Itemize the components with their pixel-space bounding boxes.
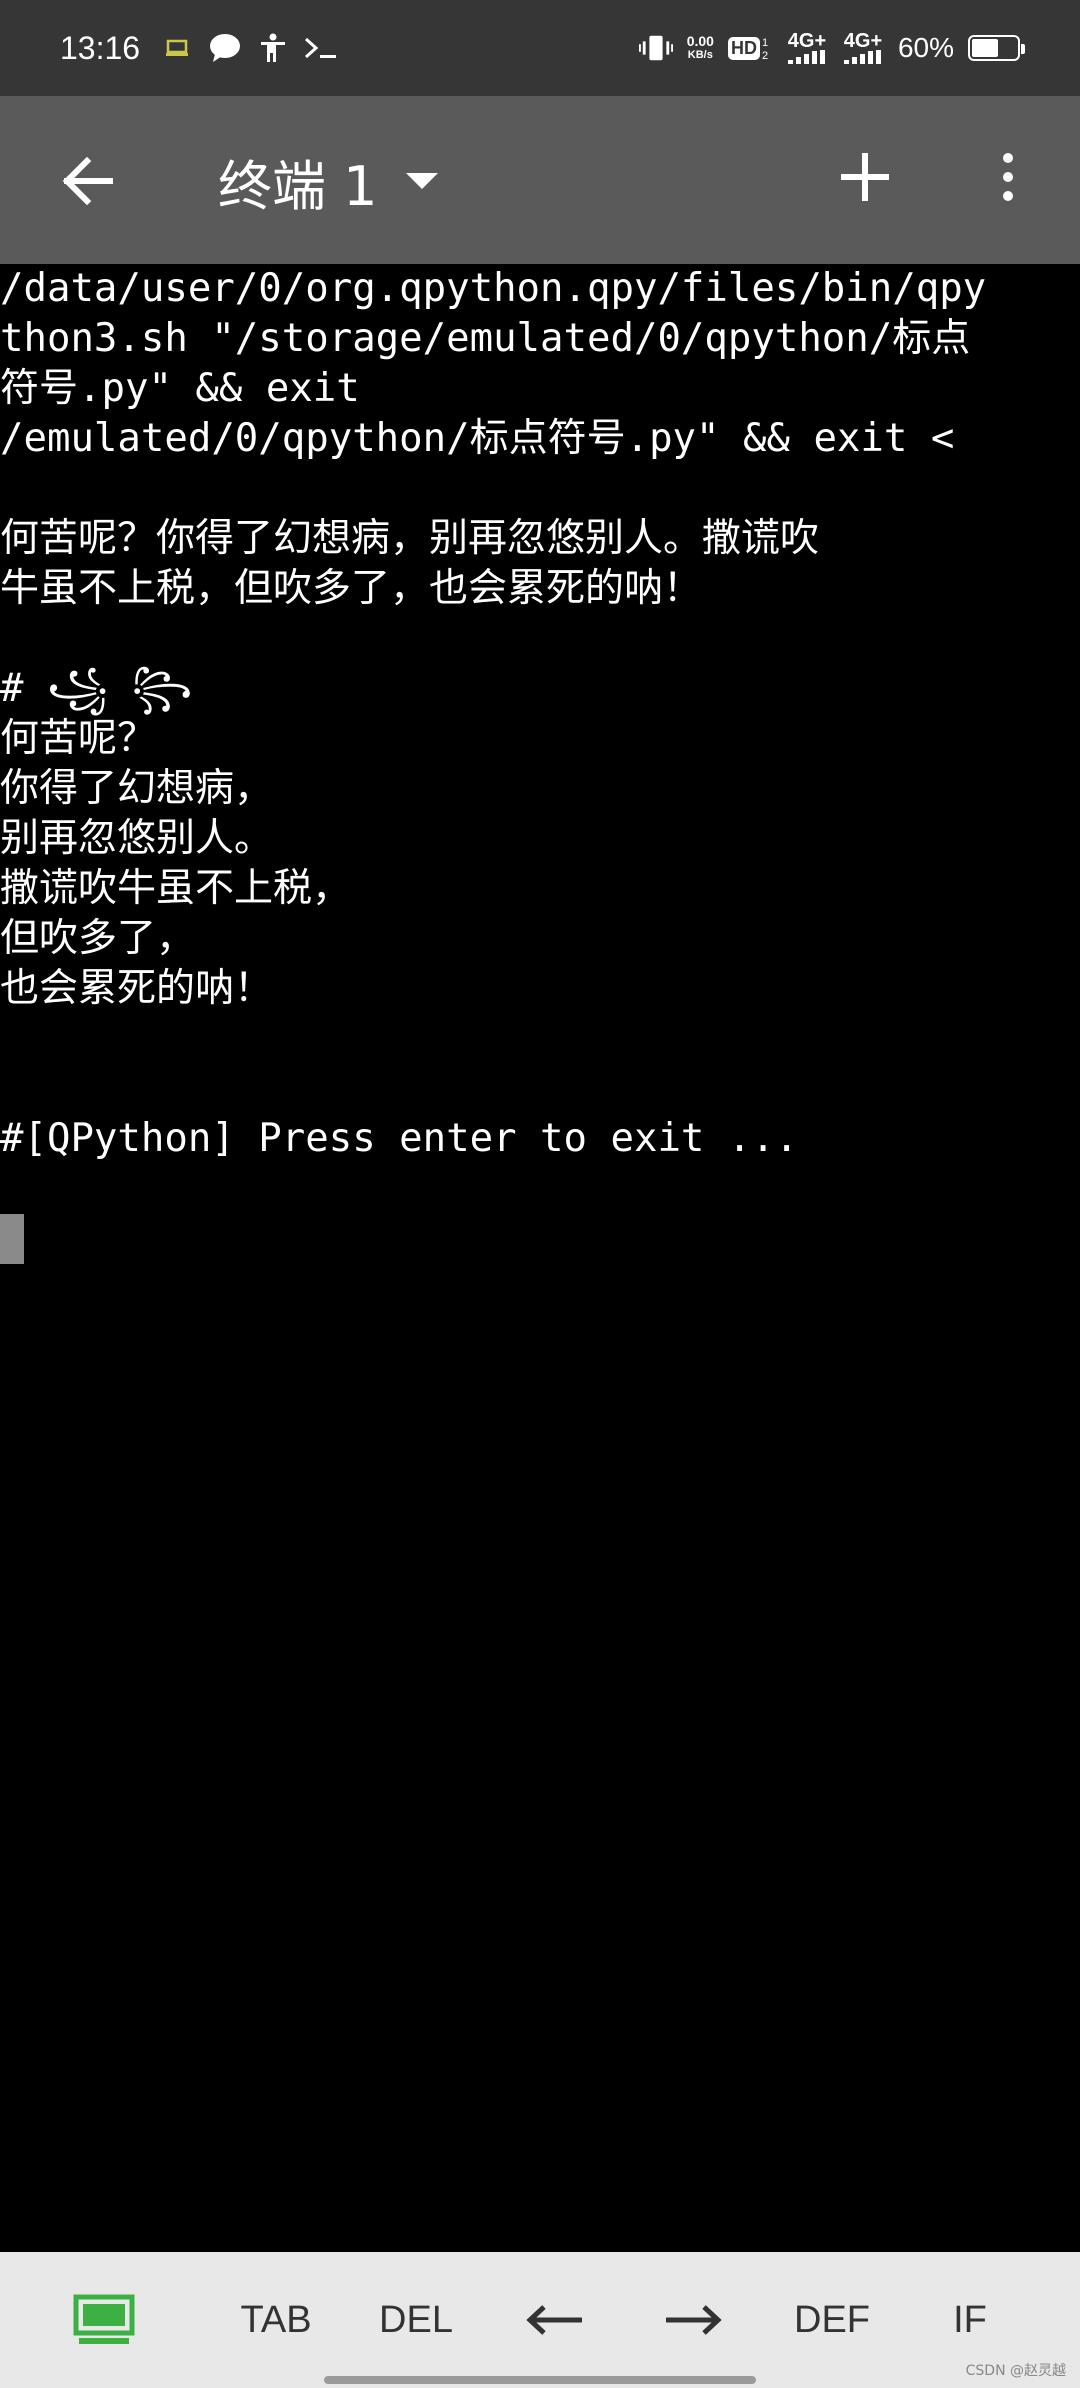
- app-bar: 终端 1: [0, 96, 1080, 264]
- arrow-left-icon: [526, 2305, 582, 2335]
- extra-keys-bar: TAB DEL ← → DEF IF: [0, 2252, 1080, 2388]
- screen: 13:16 0.00 KB/s HD 1 2 4G+ 4G+ 60% 终端 1 …: [0, 0, 1080, 2388]
- terminal-line: 符号.py" && exit: [0, 366, 360, 411]
- hd-label: HD: [727, 36, 760, 60]
- keyboard-monitor-icon: [73, 2294, 135, 2344]
- terminal-line: /emulated/0/qpython/标点符号.py" && exit <: [0, 416, 955, 461]
- status-time: 13:16: [60, 29, 141, 66]
- watermark: CSDN @赵灵越: [965, 2363, 1066, 2379]
- accessibility-icon: [256, 31, 290, 65]
- dropdown-triangle-icon: [405, 172, 438, 189]
- more-vert-icon: [1003, 153, 1013, 201]
- plus-icon: [841, 153, 889, 201]
- terminal-line: # ꧁ ꧂: [0, 666, 193, 711]
- sim2-signal-bars-icon: [843, 50, 881, 64]
- net-speed-value: 0.00: [686, 33, 714, 49]
- status-bar: 13:16 0.00 KB/s HD 1 2 4G+ 4G+ 60%: [0, 0, 1080, 96]
- terminal-line: 但吹多了，: [0, 916, 196, 961]
- status-right-icons: 0.00 KB/s HD 12 4G+ 4G+ 60%: [638, 30, 1025, 65]
- page-title: 终端 1: [218, 155, 378, 218]
- terminal-line: #[QPython] Press enter to exit ...: [0, 1116, 799, 1161]
- terminal-line: 何苦呢？你得了幻想病，别再忽悠别人。撒谎吹: [0, 516, 820, 561]
- terminal-line: 别再忽悠别人。: [0, 816, 274, 861]
- status-left-icons: [160, 31, 338, 65]
- terminal-line: 牛虽不上税，但吹多了，也会累死的呐！: [0, 566, 703, 611]
- arrow-back-icon: [62, 157, 113, 205]
- terminal-line: /data/user/0/org.qpython.qpy/files/bin/q…: [0, 266, 987, 311]
- sim1-signal: 4G+: [786, 30, 828, 64]
- cursor-line: [0, 1214, 1080, 1264]
- battery-percent: 60%: [897, 32, 954, 63]
- terminal-line: thon3.sh "/storage/emulated/0/qpython/标点: [0, 316, 971, 361]
- shell-prompt-icon: [304, 31, 338, 65]
- back-button[interactable]: [52, 146, 122, 216]
- home-indicator[interactable]: [324, 2376, 756, 2384]
- arrow-right-icon: [666, 2305, 722, 2335]
- terminal-lines: /data/user/0/org.qpython.qpy/files/bin/q…: [0, 264, 1080, 1214]
- key-tab[interactable]: TAB: [226, 2252, 326, 2388]
- chat-bubble-icon: [208, 31, 242, 65]
- sim2-signal: 4G+: [842, 30, 884, 64]
- toggle-keyboard-button[interactable]: [60, 2252, 148, 2388]
- svg-text:2: 2: [762, 50, 768, 61]
- text-cursor: [0, 1214, 24, 1264]
- more-options-button[interactable]: [980, 142, 1036, 212]
- terminal-output[interactable]: /data/user/0/org.qpython.qpy/files/bin/q…: [0, 264, 1080, 2252]
- terminal-line: 你得了幻想病，: [0, 766, 274, 811]
- add-terminal-button[interactable]: [830, 142, 900, 212]
- svg-text:1: 1: [762, 37, 768, 49]
- sim1-signal-bars-icon: [787, 50, 825, 64]
- terminal-line: 也会累死的呐！: [0, 966, 274, 1011]
- key-right-arrow[interactable]: →: [648, 2252, 738, 2388]
- battery-fill: [972, 39, 999, 57]
- key-def[interactable]: DEF: [782, 2252, 882, 2388]
- battery-icon: [968, 35, 1025, 61]
- terminal-line: 撒谎吹牛虽不上税，: [0, 866, 352, 911]
- terminal-line: 何苦呢？: [0, 716, 157, 761]
- key-left-arrow[interactable]: ←: [510, 2252, 600, 2388]
- sim1-type: 4G+: [787, 30, 827, 52]
- key-del[interactable]: DEL: [366, 2252, 466, 2388]
- terminal-notification-icon: [160, 31, 194, 65]
- sim2-type: 4G+: [843, 30, 883, 52]
- hd-voice-icon: HD 12: [727, 31, 772, 65]
- net-speed: 0.00 KB/s: [687, 34, 714, 62]
- net-speed-unit: KB/s: [687, 49, 713, 61]
- vibrate-icon: [638, 31, 673, 65]
- terminal-selector[interactable]: 终端 1: [218, 142, 438, 221]
